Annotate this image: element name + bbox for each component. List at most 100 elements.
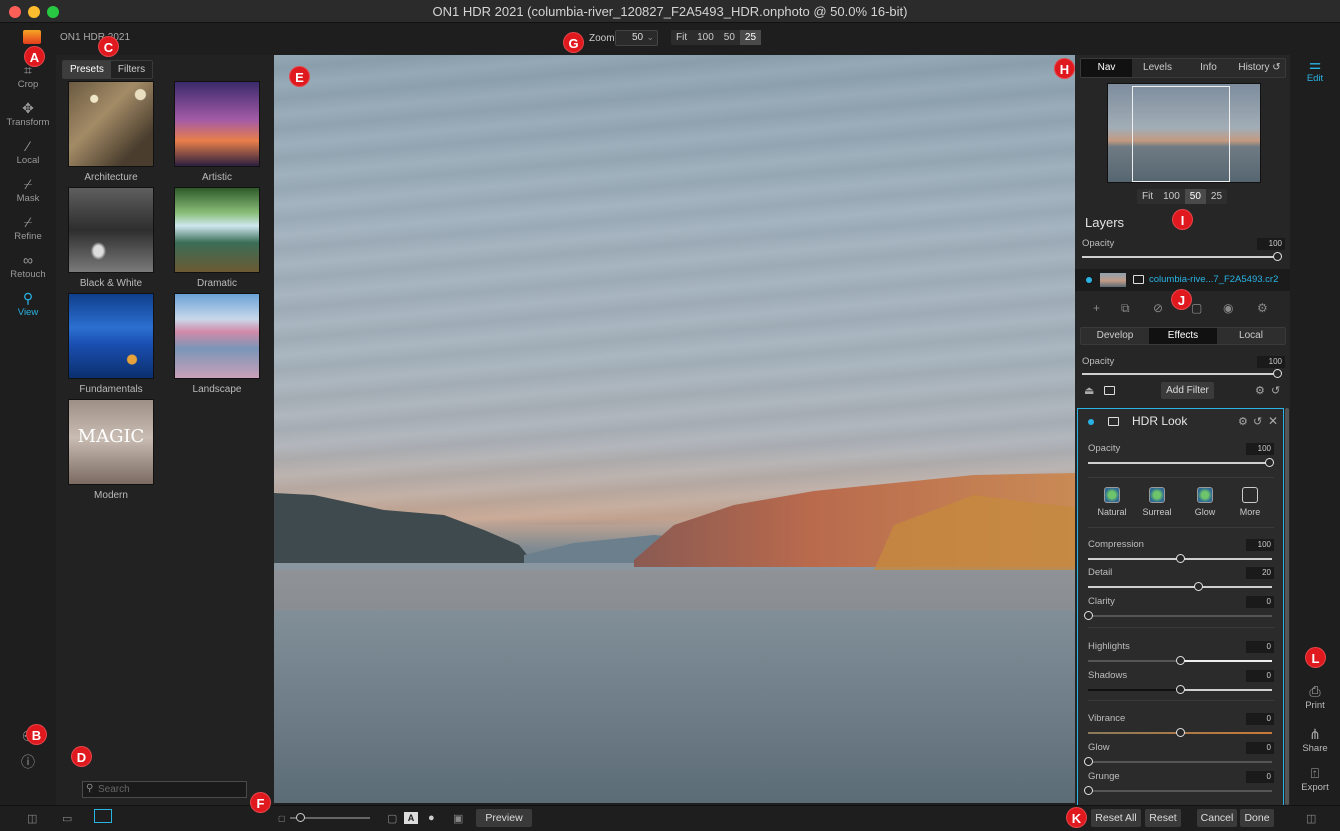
merge-layer-icon[interactable]: ▢ [1191, 301, 1202, 315]
reset-all-button[interactable]: Reset All [1091, 809, 1141, 827]
compression-value[interactable]: 100 [1246, 539, 1274, 551]
preset-thumb-black-white[interactable] [68, 187, 154, 273]
clarity-slider[interactable] [1088, 615, 1272, 617]
circle-view-icon[interactable]: ● [428, 812, 435, 824]
brush-size-knob[interactable] [296, 813, 305, 822]
tool-mask[interactable]: ⌿ Mask [0, 175, 56, 204]
tab-history[interactable]: History ↺ [1234, 59, 1285, 77]
nav-zoom-fit-button[interactable]: Fit [1137, 189, 1158, 204]
hdr-preset-more[interactable]: More [1232, 487, 1268, 517]
tab-presets[interactable]: Presets [63, 61, 111, 78]
nav-zoom-25-button[interactable]: 25 [1206, 189, 1227, 204]
layer-visibility-dot[interactable] [1086, 277, 1092, 283]
hdr-opacity-slider[interactable] [1088, 462, 1272, 464]
hdr-preset-natural[interactable]: Natural [1094, 487, 1130, 517]
print-button[interactable]: ⎙ Print [1290, 682, 1340, 711]
hdr-preset-surreal[interactable]: Surreal [1139, 487, 1175, 517]
layers-opacity-slider[interactable] [1082, 256, 1277, 258]
nav-zoom-50-button[interactable]: 50 [1184, 189, 1206, 204]
navigator-thumbnail[interactable] [1107, 83, 1261, 183]
filmstrip-icon[interactable]: ▭ [62, 812, 72, 825]
add-filter-button[interactable]: Add Filter [1161, 382, 1214, 399]
soft-proof-icon[interactable]: ▣ [453, 812, 463, 825]
glow-slider[interactable] [1088, 761, 1272, 763]
hdr-settings-icon[interactable]: ⚙ [1238, 415, 1248, 428]
tool-view[interactable]: ⚲ View [0, 289, 56, 318]
grunge-slider[interactable] [1088, 790, 1272, 792]
hdr-opacity-knob[interactable] [1265, 458, 1274, 467]
tab-filters[interactable]: Filters [111, 61, 152, 78]
help-button[interactable]: ⓘ [0, 753, 56, 771]
layer-settings-icon[interactable]: ⚙ [1257, 301, 1268, 315]
right-panel-scrollbar[interactable] [1285, 408, 1289, 805]
add-layer-icon[interactable]: + [1093, 301, 1100, 315]
layers-opacity-value[interactable]: 100 [1257, 238, 1285, 250]
hdr-reset-icon[interactable]: ↺ [1253, 415, 1262, 428]
zoom-25-button[interactable]: 25 [739, 30, 762, 45]
tool-refine[interactable]: ⌿ Refine [0, 213, 56, 242]
zoom-100-button[interactable]: 100 [692, 30, 719, 45]
reset-button[interactable]: Reset [1145, 809, 1181, 827]
hdr-preset-glow[interactable]: Glow [1187, 487, 1223, 517]
share-button[interactable]: ⋔ Share [1290, 725, 1340, 754]
zoom-fit-button[interactable]: Fit [671, 30, 692, 45]
close-icon[interactable]: ✕ [1268, 414, 1278, 428]
preview-button[interactable]: Preview [476, 809, 532, 827]
highlights-value[interactable]: 0 [1246, 641, 1274, 653]
detail-knob[interactable] [1194, 582, 1204, 591]
grunge-knob[interactable] [1084, 786, 1093, 795]
delete-layer-icon[interactable]: ⊘ [1153, 301, 1163, 315]
clarity-value[interactable]: 0 [1246, 596, 1274, 608]
single-view-icon[interactable] [94, 809, 112, 823]
clarity-knob[interactable] [1084, 611, 1093, 620]
filter-reset-icon[interactable]: ↺ [1271, 384, 1280, 397]
effects-opacity-slider[interactable] [1082, 373, 1277, 375]
shadows-knob[interactable] [1176, 685, 1185, 694]
stack-layer-icon[interactable]: ◉ [1223, 301, 1233, 315]
tab-info[interactable]: Info [1183, 59, 1234, 77]
hdr-mask-icon[interactable] [1108, 417, 1119, 426]
compare-toggle[interactable]: A [404, 812, 418, 824]
tool-transform[interactable]: ✥ Transform [0, 99, 56, 128]
glow-knob[interactable] [1084, 757, 1093, 766]
filter-settings-icon[interactable]: ⚙ [1255, 384, 1265, 397]
zoom-50-button[interactable]: 50 [719, 30, 740, 45]
effects-opacity-value[interactable]: 100 [1257, 356, 1285, 368]
search-input[interactable]: ⚲ Search [82, 781, 247, 798]
tab-effects[interactable]: Effects [1149, 328, 1217, 344]
cancel-button[interactable]: Cancel [1197, 809, 1237, 827]
detail-slider[interactable] [1088, 586, 1272, 588]
layer-row[interactable]: columbia-rive...7_F2A5493.cr2 [1075, 269, 1290, 291]
tool-retouch[interactable]: ∞ Retouch [0, 251, 56, 280]
preset-thumb-fundamentals[interactable] [68, 293, 154, 379]
vibrance-knob[interactable] [1176, 728, 1185, 737]
preset-thumb-modern[interactable]: MAGIC [68, 399, 154, 485]
glow-value[interactable]: 0 [1246, 742, 1274, 754]
grunge-value[interactable]: 0 [1246, 771, 1274, 783]
photo-canvas[interactable] [274, 55, 1075, 803]
vibrance-value[interactable]: 0 [1246, 713, 1274, 725]
toggle-left-panel-icon[interactable]: ◫ [27, 812, 37, 825]
compression-knob[interactable] [1176, 554, 1185, 563]
done-button[interactable]: Done [1240, 809, 1274, 827]
filter-mask-icon[interactable] [1104, 386, 1115, 395]
preset-thumb-artistic[interactable] [174, 81, 260, 167]
tab-develop[interactable]: Develop [1081, 328, 1149, 344]
toggle-right-panel-icon[interactable]: ◫ [1306, 812, 1316, 825]
filter-stack-icon[interactable]: ⏏ [1084, 384, 1094, 397]
tab-local[interactable]: Local [1217, 328, 1285, 344]
nav-zoom-100-button[interactable]: 100 [1158, 189, 1185, 204]
detail-value[interactable]: 20 [1246, 567, 1274, 579]
highlights-knob[interactable] [1176, 656, 1185, 665]
export-button[interactable]: ⍐ Export [1290, 764, 1340, 793]
mask-view-icon[interactable]: ▢ [387, 812, 397, 825]
edit-module-button[interactable]: ⚌ Edit [1290, 55, 1340, 84]
navigator-viewport[interactable] [1132, 86, 1230, 182]
duplicate-layer-icon[interactable]: ⧉ [1121, 301, 1130, 316]
tool-local[interactable]: ⁄ Local [0, 137, 56, 166]
hdr-opacity-value[interactable]: 100 [1246, 443, 1274, 455]
layer-mask-icon[interactable] [1133, 275, 1144, 284]
preset-thumb-landscape[interactable] [174, 293, 260, 379]
preset-thumb-dramatic[interactable] [174, 187, 260, 273]
filter-enable-dot[interactable] [1088, 419, 1094, 425]
